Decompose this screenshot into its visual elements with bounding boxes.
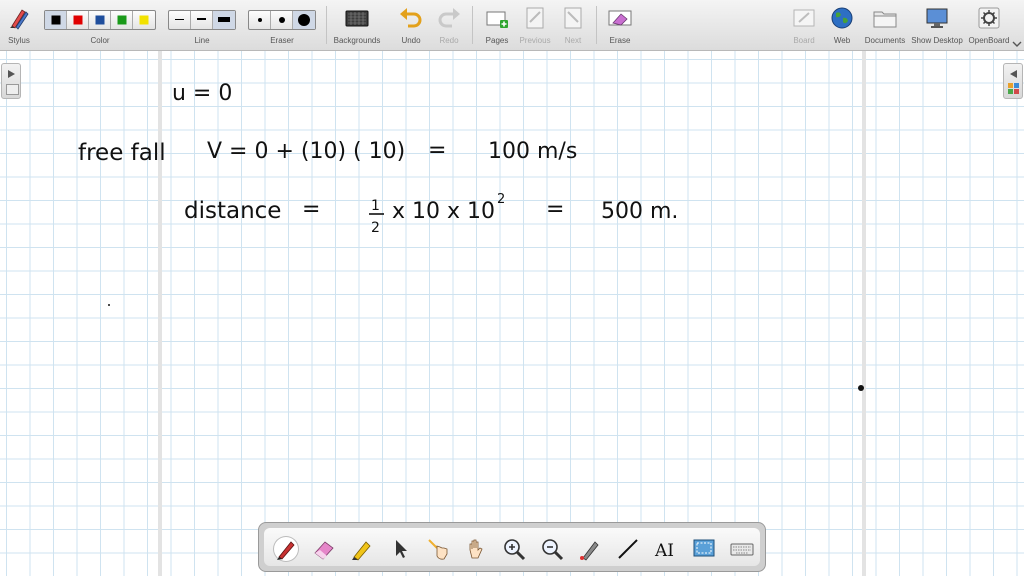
capture-icon [693,539,715,557]
keyboard-icon [730,543,754,556]
line-tool-button[interactable] [615,536,641,562]
interactive-pointer-icon [428,539,448,560]
stylus-tool-palette-body: AI [264,528,760,566]
text-tool-button[interactable]: AI [653,536,679,562]
handwritten-distance-result: 500 m. [601,199,678,224]
laser-pointer-tool-button[interactable] [577,536,603,562]
handwritten-velocity-result: 100 m/s [488,139,577,164]
handwritten-ink-layer: u = 0 free fall V = 0 + (10) ( 10) = 100… [78,81,864,391]
zoom-in-tool-button[interactable] [501,536,527,562]
interact-tool-button[interactable] [425,536,451,562]
handwritten-fraction-numerator: 1 [371,198,380,214]
handwritten-fraction-denominator: 2 [371,220,380,236]
zoom-out-tool-button[interactable] [539,536,565,562]
pen-icon [277,541,295,560]
stylus-tool-palette: AI [258,522,766,572]
handwritten-distance-label: distance [184,198,281,224]
text-tool-glyph: AI [654,541,674,561]
laser-pointer-icon [580,541,599,561]
handwritten-distance-expression: x 10 x 10 [392,199,495,224]
ink-dot [108,304,110,306]
handwritten-equals-sign: = [546,197,564,222]
eraser-icon [314,541,334,560]
handwritten-exponent: 2 [497,192,505,207]
keyboard-tool-button[interactable] [729,536,755,562]
handwritten-free-fall-label: free fall [78,140,166,166]
hand-icon [469,539,483,559]
selector-tool-button[interactable] [387,536,413,562]
capture-tool-button[interactable] [691,536,717,562]
handwritten-equals-sign: = [302,197,320,222]
hand-tool-button[interactable] [463,536,489,562]
marker-icon [352,541,371,561]
marker-tool-button[interactable] [349,536,375,562]
pen-tool-button[interactable] [273,536,299,562]
stylus-cursor-dot [858,385,864,391]
line-icon [618,539,638,559]
handwritten-line-initial-velocity: u = 0 [172,81,232,106]
eraser-tool-button[interactable] [311,536,337,562]
zoom-in-icon [504,539,526,561]
handwritten-velocity-equation: V = 0 + (10) ( 10) [207,139,405,164]
selector-icon [396,540,407,558]
text-icon: AI [654,541,674,561]
handwritten-equals-sign: = [428,138,446,163]
zoom-out-icon [542,539,564,561]
